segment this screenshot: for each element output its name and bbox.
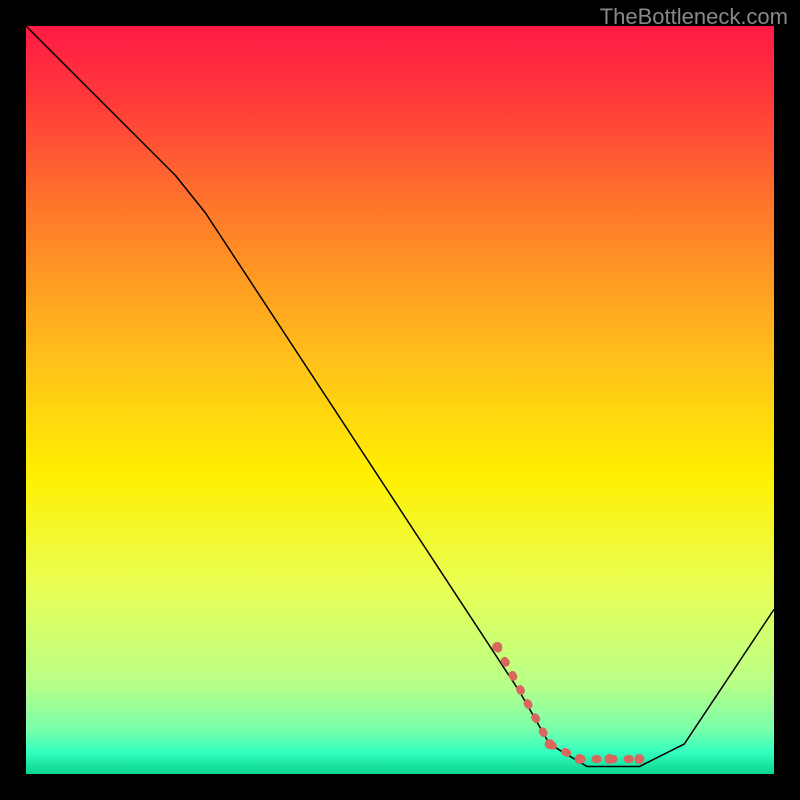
highlight-dot: [634, 754, 644, 764]
highlight-dot: [575, 754, 585, 764]
highlight-dot: [545, 739, 555, 749]
highlight-dot: [604, 754, 614, 764]
highlight-dot: [492, 642, 502, 652]
plot-area: [26, 26, 774, 774]
watermark-text: TheBottleneck.com: [600, 4, 788, 30]
chart-frame: TheBottleneck.com: [0, 0, 800, 800]
chart-svg: [26, 26, 774, 774]
